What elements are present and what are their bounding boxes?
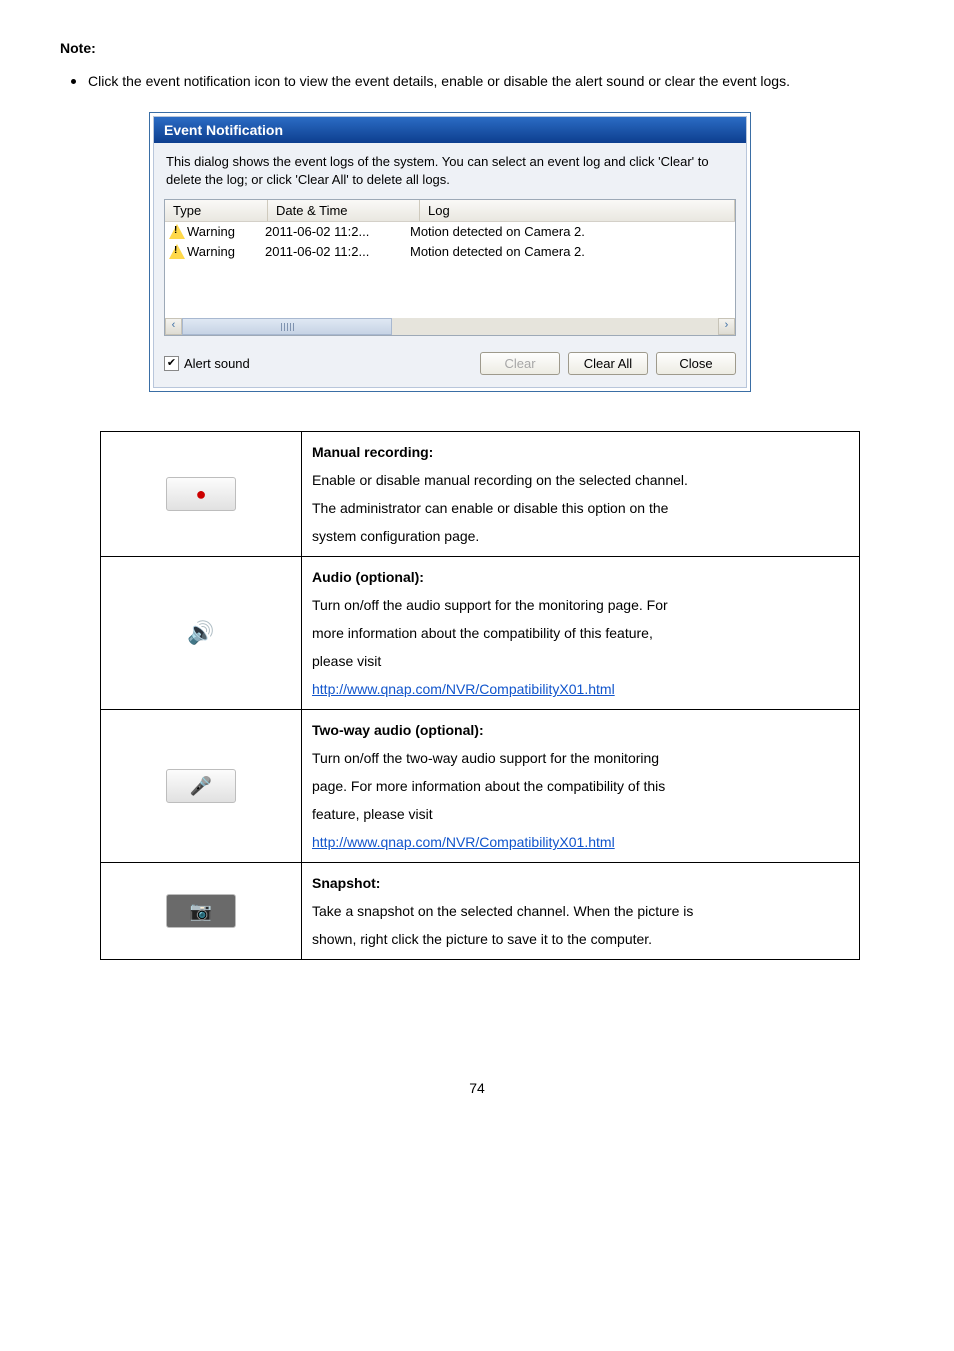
compatibility-link[interactable]: http://www.qnap.com/NVR/CompatibilityX01…	[312, 681, 615, 697]
microphone-icon: 🎤	[166, 769, 236, 803]
warning-icon	[169, 224, 185, 239]
horizontal-scrollbar[interactable]: ‹ ›	[165, 318, 735, 335]
row-type: Warning	[187, 224, 235, 239]
feature-description-table: ● Manual recording: Enable or disable ma…	[100, 431, 860, 960]
dialog-title: Event Notification	[154, 117, 746, 143]
event-log-grid[interactable]: Type Date & Time Log Warning 2011-06-02 …	[164, 199, 736, 336]
camera-icon: 📷	[166, 894, 236, 928]
icon-cell-two-way-audio: 🎤	[101, 710, 302, 863]
scroll-track[interactable]	[182, 318, 718, 335]
row-date: 2011-06-02 11:2...	[261, 222, 406, 241]
grid-header: Type Date & Time Log	[165, 200, 735, 222]
desc-cell-record: Manual recording: Enable or disable manu…	[302, 432, 860, 557]
note-list: Click the event notification icon to vie…	[60, 62, 894, 95]
audio-icon: 🔊	[187, 620, 214, 645]
warning-icon	[169, 244, 185, 259]
page-number: 74	[60, 1080, 894, 1096]
table-row[interactable]: Warning 2011-06-02 11:2... Motion detect…	[165, 222, 735, 242]
alert-sound-checkbox[interactable]: ✔	[164, 356, 179, 371]
clear-button[interactable]: Clear	[480, 352, 560, 375]
icon-cell-audio: 🔊	[101, 557, 302, 710]
clear-all-button[interactable]: Clear All	[568, 352, 648, 375]
col-header-type[interactable]: Type	[165, 200, 268, 221]
record-icon: ●	[166, 477, 236, 511]
row-log: Motion detected on Camera 2.	[406, 222, 735, 241]
row-date: 2011-06-02 11:2...	[261, 242, 406, 261]
note-heading: Note:	[60, 40, 894, 56]
alert-sound-label: Alert sound	[184, 356, 250, 371]
scroll-right-button[interactable]: ›	[718, 318, 735, 335]
icon-cell-record: ●	[101, 432, 302, 557]
row-log: Motion detected on Camera 2.	[406, 242, 735, 261]
row-type: Warning	[187, 244, 235, 259]
dialog-description: This dialog shows the event logs of the …	[154, 143, 746, 199]
close-button[interactable]: Close	[656, 352, 736, 375]
compatibility-link[interactable]: http://www.qnap.com/NVR/CompatibilityX01…	[312, 834, 615, 850]
table-row[interactable]: Warning 2011-06-02 11:2... Motion detect…	[165, 242, 735, 262]
col-header-log[interactable]: Log	[420, 200, 735, 221]
desc-cell-audio: Audio (optional): Turn on/off the audio …	[302, 557, 860, 710]
icon-cell-snapshot: 📷	[101, 863, 302, 960]
scroll-left-button[interactable]: ‹	[165, 318, 182, 335]
desc-cell-snapshot: Snapshot: Take a snapshot on the selecte…	[302, 863, 860, 960]
scroll-thumb[interactable]	[182, 318, 392, 335]
desc-cell-two-way-audio: Two-way audio (optional): Turn on/off th…	[302, 710, 860, 863]
col-header-date[interactable]: Date & Time	[268, 200, 420, 221]
note-item: Click the event notification icon to vie…	[88, 62, 894, 95]
event-notification-dialog: Event Notification This dialog shows the…	[150, 113, 750, 391]
